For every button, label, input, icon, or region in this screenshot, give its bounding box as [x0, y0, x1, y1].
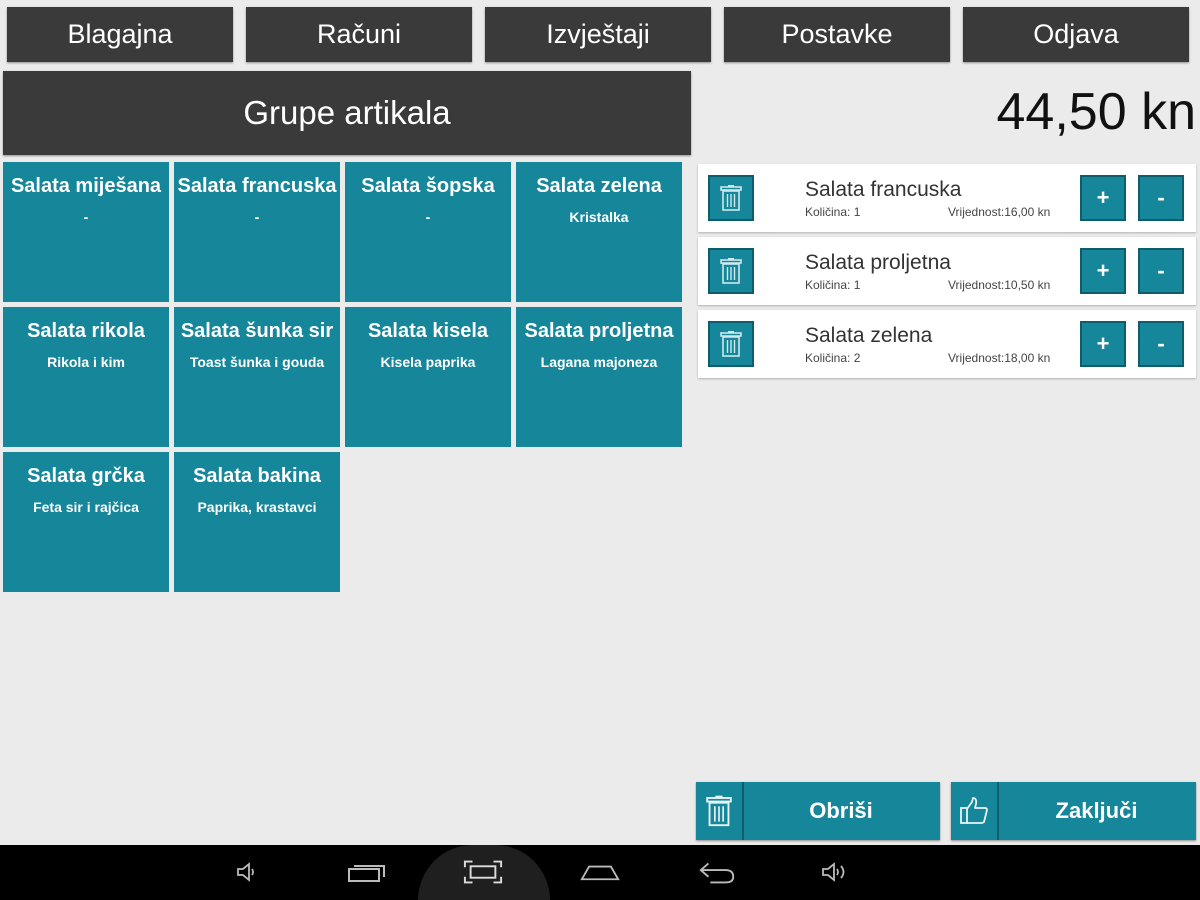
recent-apps-icon[interactable]	[346, 857, 386, 887]
product-tile[interactable]: Salata zelena Kristalka	[516, 162, 682, 302]
nav-cash-register-button[interactable]: Blagajna	[7, 7, 233, 62]
product-tile[interactable]: Salata šunka sir Toast šunka i gouda	[174, 307, 340, 447]
finish-order-label: Zaključi	[1055, 798, 1138, 823]
product-groups-button[interactable]: Grupe artikala	[3, 71, 691, 155]
product-tile[interactable]: Salata proljetna Lagana majoneza	[516, 307, 682, 447]
order-item-quantity: Količina: 2	[805, 351, 861, 365]
product-description: Rikola i kim	[47, 354, 125, 370]
product-description: -	[254, 209, 260, 225]
thumbs-up-icon	[951, 782, 999, 840]
product-description: Feta sir i rajčica	[33, 499, 139, 515]
remove-item-button[interactable]	[708, 248, 754, 294]
product-description: Toast šunka i gouda	[189, 354, 325, 370]
product-name: Salata rikola	[27, 320, 145, 342]
system-navigation-bar	[0, 845, 1200, 900]
order-item-name: Salata proljetna	[805, 251, 951, 274]
order-item-value: Vrijednost:18,00 kn	[948, 351, 1051, 365]
product-name: Salata kisela	[367, 320, 489, 342]
order-item-row: Salata zelena Količina: 2 Vrijednost:18,…	[698, 310, 1196, 378]
product-name: Salata zelena	[536, 175, 662, 197]
product-tile[interactable]: Salata miješana -	[3, 162, 169, 302]
remove-item-button[interactable]	[708, 175, 754, 221]
product-tile[interactable]: Salata rikola Rikola i kim	[3, 307, 169, 447]
product-name: Salata bakina	[193, 465, 321, 487]
nav-logout-button[interactable]: Odjava	[963, 7, 1189, 62]
screenshot-icon[interactable]	[463, 857, 503, 887]
volume-up-icon[interactable]	[815, 857, 855, 887]
order-item-name: Salata francuska	[805, 178, 962, 201]
product-tile[interactable]: Salata šopska -	[345, 162, 511, 302]
home-icon[interactable]	[580, 857, 620, 887]
nav-reports-button[interactable]: Izvještaji	[485, 7, 711, 62]
product-name: Salata proljetna	[524, 320, 674, 342]
product-tile[interactable]: Salata francuska -	[174, 162, 340, 302]
delete-order-label: Obriši	[809, 798, 873, 823]
nav-invoices-button[interactable]: Računi	[246, 7, 472, 62]
trash-icon	[720, 331, 742, 357]
product-name: Salata miješana	[10, 175, 162, 197]
order-item-row: Salata francuska Količina: 1 Vrijednost:…	[698, 164, 1196, 232]
product-name: Salata šunka sir	[180, 320, 334, 342]
order-item-value: Vrijednost:16,00 kn	[948, 205, 1051, 219]
nav-settings-button[interactable]: Postavke	[724, 7, 950, 62]
order-item-quantity: Količina: 1	[805, 278, 861, 292]
decrease-quantity-button[interactable]: -	[1138, 248, 1184, 294]
product-description: Lagana majoneza	[540, 354, 658, 370]
increase-quantity-button[interactable]: +	[1080, 175, 1126, 221]
trash-icon	[696, 782, 744, 840]
product-description: Kristalka	[569, 209, 629, 225]
remove-item-button[interactable]	[708, 321, 754, 367]
volume-down-icon[interactable]	[228, 857, 268, 887]
increase-quantity-button[interactable]: +	[1080, 321, 1126, 367]
product-name: Salata francuska	[177, 175, 337, 197]
order-item-name: Salata zelena	[805, 324, 933, 347]
product-description: Paprika, krastavci	[197, 499, 317, 515]
order-item-quantity: Količina: 1	[805, 205, 861, 219]
increase-quantity-button[interactable]: +	[1080, 248, 1126, 294]
delete-order-button[interactable]: Obriši	[696, 782, 940, 840]
finish-order-button[interactable]: Zaključi	[951, 782, 1196, 840]
product-description: -	[83, 209, 89, 225]
order-total: 44,50 kn	[996, 83, 1197, 141]
trash-icon	[720, 185, 742, 211]
product-tile[interactable]: Salata kisela Kisela paprika	[345, 307, 511, 447]
product-name: Salata šopska	[361, 175, 495, 197]
decrease-quantity-button[interactable]: -	[1138, 175, 1184, 221]
order-item-row: Salata proljetna Količina: 1 Vrijednost:…	[698, 237, 1196, 305]
decrease-quantity-button[interactable]: -	[1138, 321, 1184, 367]
product-name: Salata grčka	[27, 465, 145, 487]
product-description: Kisela paprika	[380, 354, 476, 370]
order-item-value: Vrijednost:10,50 kn	[948, 278, 1051, 292]
back-icon[interactable]	[697, 857, 737, 887]
trash-icon	[720, 258, 742, 284]
product-tile[interactable]: Salata grčka Feta sir i rajčica	[3, 452, 169, 592]
product-tile[interactable]: Salata bakina Paprika, krastavci	[174, 452, 340, 592]
product-description: -	[425, 209, 431, 225]
